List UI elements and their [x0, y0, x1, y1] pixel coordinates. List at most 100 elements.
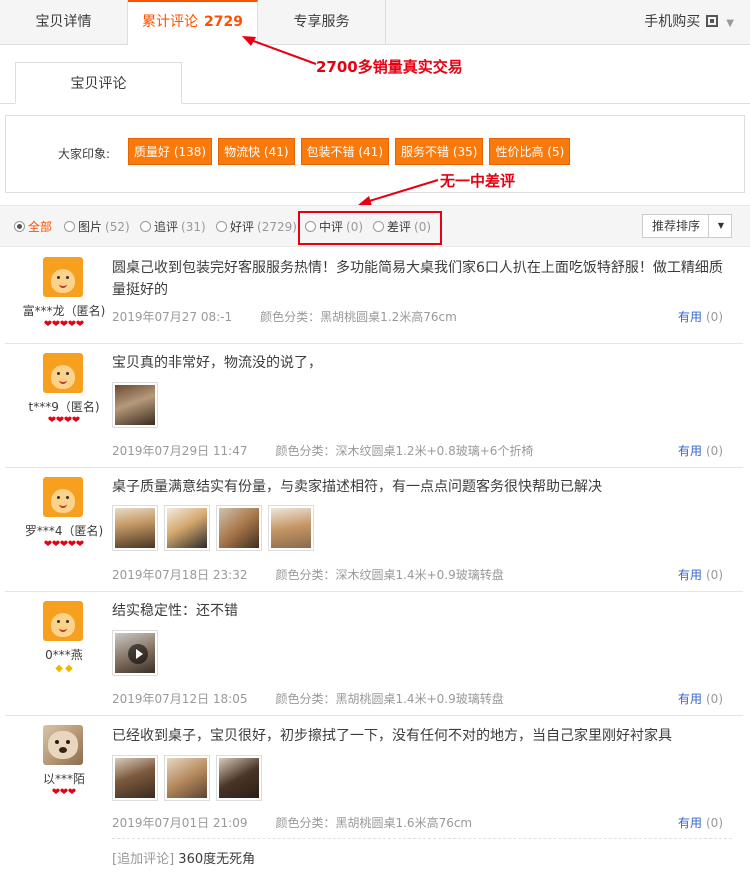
useful-count: (0) [706, 816, 723, 830]
append-tag: [追加评论] [112, 852, 175, 867]
filter-all[interactable]: 全部 [14, 218, 52, 235]
useful-count: (0) [706, 310, 723, 324]
impression-tag[interactable]: 服务不错 (35) [395, 138, 484, 165]
useful-button[interactable]: 有用 (0) [678, 308, 723, 325]
tab-cumulative-reviews[interactable]: 累计评论 2729 [128, 0, 258, 46]
sort-dropdown[interactable]: 推荐排序 ▼ [642, 214, 732, 238]
review-item: 0***燕 ◆ ◆ 结实稳定性：还不错 2019年07月12日 18:05 颜色分类… [5, 592, 743, 716]
reviewer-rank: ❤❤❤❤ [5, 416, 123, 426]
filter-append-count: (31) [181, 220, 206, 234]
filter-pictures-count: (52) [105, 220, 130, 234]
review-photo[interactable] [164, 505, 210, 551]
review-meta: 2019年07月29日 11:47 颜色分类：深木纹圆桌1.2米+0.8玻璃+6个… [112, 442, 533, 459]
avatar [43, 725, 83, 765]
tab-reviews-label: 累计评论 [142, 14, 199, 30]
review-photo[interactable] [112, 505, 158, 551]
avatar [43, 477, 83, 517]
review-item: 富***龙（匿名) ❤❤❤❤❤ 圆桌己收到包装完好客服服务热情！多功能简易大桌我… [5, 248, 743, 344]
useful-label: 有用 [677, 444, 702, 458]
tab-item-reviews[interactable]: 宝贝评论 [15, 62, 182, 104]
impressions-label: 大家印象: [58, 147, 111, 161]
review-photo[interactable] [112, 382, 158, 428]
review-item: 以***陌 ❤❤❤ 已经收到桌子，宝贝很好，初步擦拭了一下，没有任何不对的地方，… [5, 716, 743, 882]
impression-tag-list: 质量好 (138) 物流快 (41) 包装不错 (41) 服务不错 (35) 性价比高 … [128, 138, 576, 165]
reviewer-rank: ❤❤❤ [5, 788, 123, 798]
play-icon [128, 644, 148, 664]
review-photo[interactable] [268, 505, 314, 551]
review-photos [112, 505, 320, 551]
radio-icon [64, 221, 75, 232]
chevron-down-icon: ▼ [717, 221, 724, 230]
reviewer-name: 0***燕 [45, 648, 83, 662]
appended-review: [追加评论] 360度无死角 [112, 848, 255, 867]
avatar [43, 601, 83, 641]
reviewer-name: t***9（匿名) [28, 400, 100, 414]
avatar [43, 257, 83, 297]
filter-good[interactable]: 好评 (2729) [216, 218, 297, 235]
useful-button[interactable]: 有用 (0) [678, 814, 723, 831]
review-date: 2019年07月12日 18:05 [112, 692, 248, 706]
filter-all-label: 全部 [28, 220, 53, 234]
useful-label: 有用 [677, 692, 702, 706]
review-date: 2019年07月29日 11:47 [112, 444, 248, 458]
review-meta: 2019年07月18日 23:32 颜色分类：深木纹圆桌1.4米+0.9玻璃转盘 [112, 566, 504, 583]
review-sku: 颜色分类：黑胡桃圆桌1.2米高76cm [260, 310, 457, 324]
review-photo[interactable] [216, 755, 262, 801]
filter-append[interactable]: 追评 (31) [140, 218, 206, 235]
diamond-icon: ◆ [65, 663, 73, 674]
reviewer-name: 富***龙（匿名) [22, 304, 106, 318]
append-text: 360度无死角 [178, 852, 256, 867]
useful-count: (0) [706, 444, 723, 458]
useful-button[interactable]: 有用 (0) [678, 566, 723, 583]
mobile-purchase-button[interactable]: 手机购买 ▼ [624, 0, 734, 45]
tab-item-detail[interactable]: 宝贝详情 [0, 0, 128, 45]
filter-append-label: 追评 [154, 220, 179, 234]
review-photo[interactable] [164, 755, 210, 801]
avatar [43, 353, 83, 393]
annotation-no-bad-reviews: 无一中差评 [440, 172, 516, 190]
qr-code-icon [706, 15, 719, 27]
filter-pictures-label: 图片 [78, 220, 103, 234]
impression-tag[interactable]: 包装不错 (41) [300, 138, 389, 165]
review-meta: 2019年07月01日 21:09 颜色分类：黑胡桃圆桌1.6米高76cm [112, 814, 472, 831]
review-sku: 颜色分类：深木纹圆桌1.2米+0.8玻璃+6个折椅 [275, 444, 534, 458]
radio-icon [216, 221, 227, 232]
append-divider [112, 838, 732, 839]
review-photo[interactable] [216, 505, 262, 551]
reviewer-name: 罗***4（匿名) [24, 524, 104, 538]
heart-icon: ❤ [71, 415, 81, 426]
review-photos [112, 382, 164, 428]
review-video[interactable] [112, 630, 158, 676]
review-meta: 2019年07月27 08:-1 颜色分类：黑胡桃圆桌1.2米高76cm [112, 308, 457, 325]
useful-label: 有用 [677, 310, 702, 324]
mobile-purchase-label: 手机购买 [644, 14, 701, 30]
review-content: 结实稳定性：还不错 [112, 603, 238, 619]
heart-icon: ❤ [67, 787, 77, 798]
useful-button[interactable]: 有用 (0) [678, 690, 723, 707]
review-photos [112, 755, 268, 801]
sort-label: 推荐排序 [652, 219, 701, 233]
impression-tag[interactable]: 物流快 (41) [218, 138, 295, 165]
impression-tag[interactable]: 质量好 (138) [128, 138, 213, 165]
review-sku: 颜色分类：深木纹圆桌1.4米+0.9玻璃转盘 [275, 568, 504, 582]
review-meta: 2019年07月12日 18:05 颜色分类：黑胡桃圆桌1.4米+0.9玻璃转盘 [112, 690, 504, 707]
review-date: 2019年07月01日 21:09 [112, 816, 248, 830]
annotation-highlight-box [298, 211, 442, 245]
review-content: 已经收到桌子，宝贝很好，初步擦拭了一下，没有任何不对的地方，当自己家里刚好衬家具 [112, 728, 672, 744]
review-filter-bar: 全部 图片 (52) 追评 (31) 好评 (2729) 中评 (0) 差评 (0) 推荐… [0, 205, 750, 247]
impression-tag[interactable]: 性价比高 (5) [489, 138, 571, 165]
review-sku: 颜色分类：黑胡桃圆桌1.4米+0.9玻璃转盘 [275, 692, 504, 706]
review-photo[interactable] [112, 755, 158, 801]
useful-count: (0) [706, 568, 723, 582]
reviewer-rank: ❤❤❤❤❤ [5, 540, 123, 550]
useful-label: 有用 [677, 568, 702, 582]
filter-pictures[interactable]: 图片 (52) [64, 218, 130, 235]
review-date: 2019年07月18日 23:32 [112, 568, 248, 582]
reviewer-rank: ❤❤❤❤❤ [5, 320, 123, 330]
useful-button[interactable]: 有用 (0) [678, 442, 723, 459]
review-item: 罗***4（匿名) ❤❤❤❤❤ 桌子质量满意结实有份量，与卖家描述相符，有一点点… [5, 468, 743, 592]
useful-label: 有用 [677, 816, 702, 830]
sort-divider [708, 215, 709, 237]
review-item: t***9（匿名) ❤❤❤❤ 宝贝真的非常好，物流没的说了， 2019年07月2… [5, 344, 743, 468]
review-date: 2019年07月27 08:-1 [112, 310, 233, 324]
